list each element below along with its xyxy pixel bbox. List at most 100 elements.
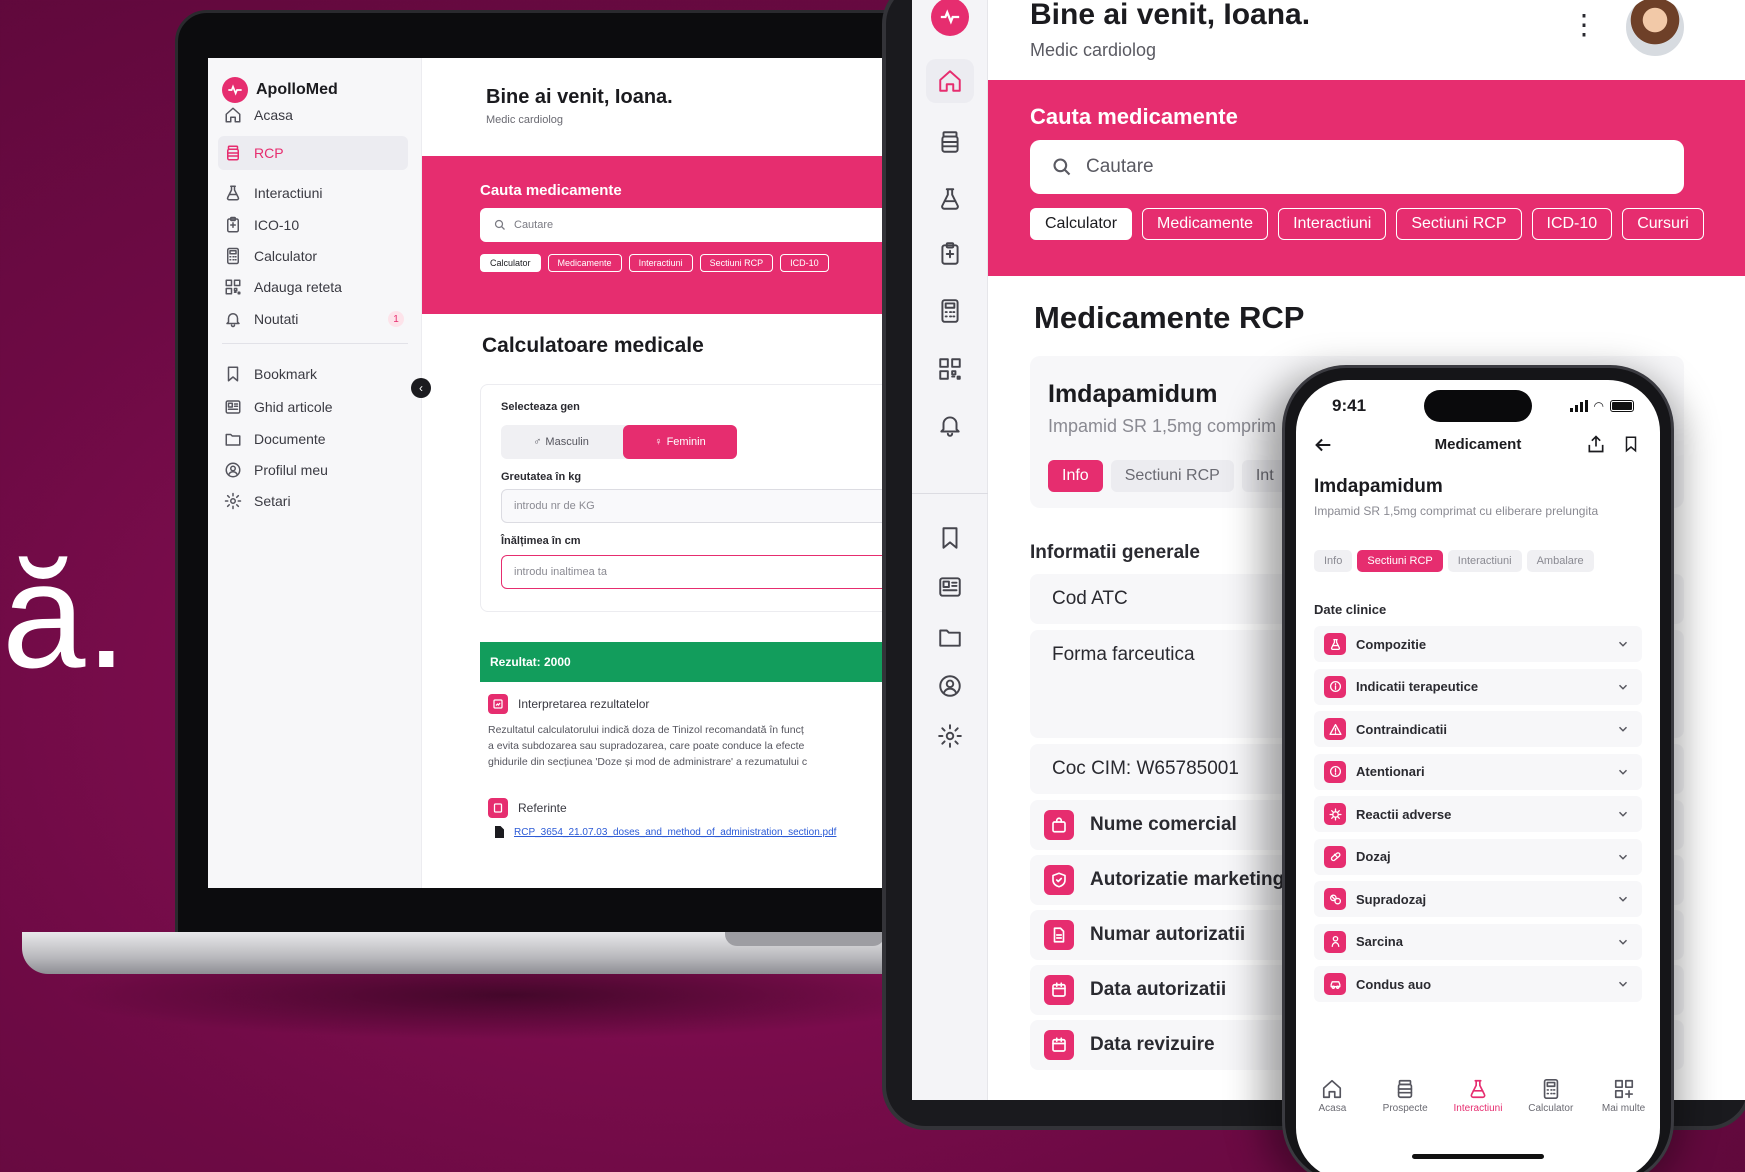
- chevron-down-icon: [1616, 850, 1630, 864]
- sidebar-item-label: Bookmark: [254, 366, 318, 382]
- reference-link[interactable]: RCP_3654_21.07.03_doses_and_method_of_ad…: [494, 826, 836, 838]
- bottom-nav-label: Interactiuni: [1453, 1103, 1503, 1114]
- rail-newspaper[interactable]: [926, 565, 974, 609]
- bottom-nav-calculator[interactable]: Calculator: [1517, 1078, 1585, 1114]
- sidebar-item-ghid-articole[interactable]: Ghid articole: [218, 390, 408, 424]
- search-chips: Calculator Medicamente Interactiuni Sectiun…: [480, 254, 829, 272]
- sidebar-item-rcp[interactable]: RCP: [218, 136, 408, 170]
- user-role: Medic cardiolog: [486, 114, 564, 126]
- sidebar-item-acasa[interactable]: Acasa: [218, 98, 408, 132]
- heartbeat-icon[interactable]: [931, 0, 969, 36]
- rail-folder[interactable]: [926, 615, 974, 659]
- newspaper-icon: [937, 574, 963, 600]
- sidebar-item-interactiuni[interactable]: Interactiuni: [218, 176, 408, 210]
- rail-pill-bottle[interactable]: [926, 120, 974, 164]
- accordion-row[interactable]: Contraindicatii: [1314, 711, 1642, 747]
- weight-input[interactable]: introdu nr de KG: [501, 489, 941, 523]
- bell-icon: [937, 412, 963, 438]
- gender-male-option[interactable]: ♂ Masculin: [501, 425, 621, 459]
- bottom-nav-interactiuni[interactable]: Interactiuni: [1444, 1078, 1512, 1114]
- home-icon: [937, 68, 963, 94]
- rail-home[interactable]: [926, 59, 974, 103]
- share-icon[interactable]: [1586, 434, 1606, 454]
- search-input[interactable]: Cautare: [480, 208, 948, 242]
- sidebar-item-profilul-meu[interactable]: Profilul meu: [218, 453, 408, 487]
- chip-medicamente[interactable]: Medicamente: [1142, 208, 1269, 240]
- chip-cursuri[interactable]: Cursuri: [1622, 208, 1704, 240]
- accordion-row[interactable]: Condus auo: [1314, 966, 1642, 1002]
- calculator-icon: [937, 298, 963, 324]
- drug-tab[interactable]: Sectiuni RCP: [1110, 460, 1234, 492]
- chip-sectiuni-rcp[interactable]: Sectiuni RCP: [699, 254, 774, 272]
- bag-icon: [1044, 810, 1074, 840]
- chip-calculator[interactable]: Calculator: [1030, 208, 1133, 240]
- back-arrow-icon[interactable]: [1312, 434, 1334, 456]
- sidebar-item-adauga-reteta[interactable]: Adauga reteta: [218, 270, 408, 304]
- sidebar-item-calculator[interactable]: Calculator: [218, 239, 408, 273]
- backdrop-letter: ă.: [2, 531, 128, 699]
- info-row-label: Coc CIM: W65785001: [1052, 758, 1239, 779]
- interpretation-header: Interpretarea rezultatelor: [488, 694, 649, 714]
- drug-subtitle: Impamid SR 1,5mg comprimat cu eliberare …: [1314, 504, 1599, 518]
- drug-tab[interactable]: Interactiuni: [1447, 550, 1522, 572]
- accordion-row-label: Supradozaj: [1356, 891, 1427, 907]
- greeting: Bine ai venit, Ioana.: [486, 86, 673, 108]
- chevron-down-icon: [1616, 807, 1630, 821]
- more-menu-icon[interactable]: ⋮: [1570, 10, 1598, 40]
- bottom-nav-label: Acasa: [1318, 1103, 1347, 1114]
- sidebar-item-documente[interactable]: Documente: [218, 422, 408, 456]
- height-input[interactable]: introdu inaltimea ta: [501, 555, 941, 589]
- accordion-row[interactable]: Supradozaj: [1314, 881, 1642, 917]
- chip-sectiuni-rcp[interactable]: Sectiuni RCP: [1396, 208, 1522, 240]
- rail-clipboard[interactable]: [926, 232, 974, 276]
- sidebar-item-ico-10[interactable]: ICO-10: [218, 208, 408, 242]
- accordion-row[interactable]: Sarcina: [1314, 923, 1642, 960]
- chip-medicamente[interactable]: Medicamente: [547, 254, 622, 272]
- sidebar-item-setari[interactable]: Setari: [218, 484, 408, 518]
- bookmark-icon[interactable]: [1622, 434, 1640, 454]
- sidebar-item-noutati[interactable]: Noutati 1: [218, 302, 408, 336]
- bottom-nav-mai-multe[interactable]: Mai multe: [1590, 1078, 1658, 1114]
- grid-plus-icon: [1613, 1078, 1635, 1100]
- drug-name: Imdapamidum: [1048, 380, 1218, 408]
- accordion-row-label: Compozitie: [1356, 636, 1427, 652]
- document-icon: [1044, 920, 1074, 950]
- drug-tab[interactable]: Info: [1314, 550, 1353, 572]
- bottom-nav-acasa[interactable]: Acasa: [1298, 1078, 1366, 1114]
- bottom-nav-prospecte[interactable]: Prospecte: [1371, 1078, 1439, 1114]
- drug-tab[interactable]: Sectiuni RCP: [1357, 550, 1443, 572]
- drug-tab[interactable]: Ambalare: [1526, 550, 1594, 572]
- chevron-down-icon: [1616, 977, 1630, 991]
- rail-user-circle[interactable]: [926, 664, 974, 708]
- drug-subtitle: Impamid SR 1,5mg comprim: [1048, 416, 1277, 436]
- drug-tab[interactable]: Info: [1048, 460, 1103, 492]
- accordion-row[interactable]: Compozitie: [1314, 626, 1642, 662]
- rail-calculator[interactable]: [926, 289, 974, 333]
- gender-female-option[interactable]: ♀ Feminin: [623, 425, 737, 459]
- chip-icd-10[interactable]: ICD-10: [1531, 208, 1613, 240]
- accordion-row[interactable]: Dozaj: [1314, 838, 1642, 875]
- chip-calculator[interactable]: Calculator: [480, 254, 541, 272]
- chip-interactiuni[interactable]: Interactiuni: [1278, 208, 1387, 240]
- chip-icd-10[interactable]: ICD-10: [780, 254, 829, 272]
- accordion-row[interactable]: Atentionari: [1314, 753, 1642, 790]
- rail-qr-code[interactable]: [926, 347, 974, 391]
- sidebar-collapse-button[interactable]: ‹: [411, 378, 431, 398]
- calendar-icon: [1044, 975, 1074, 1005]
- chip-interactiuni[interactable]: Interactiuni: [628, 254, 693, 272]
- calendar-icon: [1044, 1030, 1074, 1060]
- search-input[interactable]: Cautare: [1030, 140, 1684, 194]
- rail-bell[interactable]: [926, 403, 974, 447]
- rail-bookmark[interactable]: [926, 516, 974, 560]
- file-icon: [494, 826, 504, 838]
- avatar[interactable]: [1624, 0, 1686, 58]
- sidebar-item-bookmark[interactable]: Bookmark: [218, 357, 408, 391]
- sidebar-item-label: Adauga reteta: [254, 279, 342, 295]
- rail-flask[interactable]: [926, 177, 974, 221]
- accordion-row[interactable]: Reactii adverse: [1314, 796, 1642, 832]
- accordion-row-label: Reactii adverse: [1356, 806, 1452, 822]
- rail-gear[interactable]: [926, 714, 974, 758]
- chevron-down-icon: [1616, 765, 1630, 779]
- chart-icon: [488, 694, 508, 714]
- accordion-row[interactable]: Indicatii terapeutice: [1314, 668, 1642, 705]
